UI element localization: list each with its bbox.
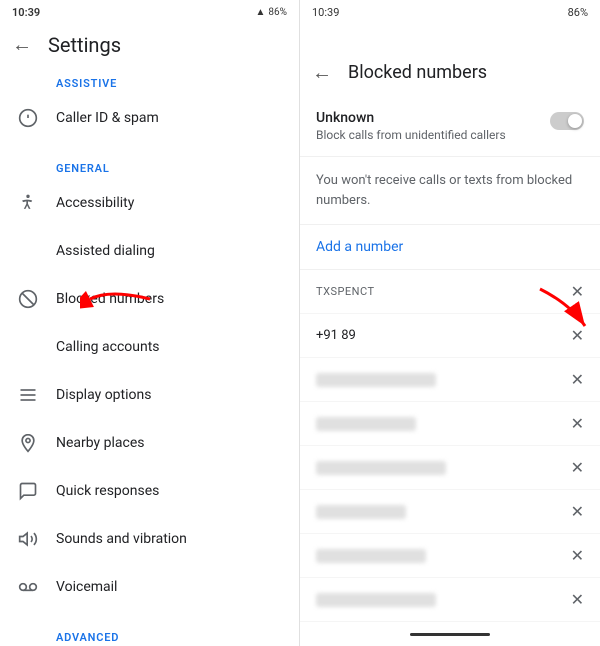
right-back-arrow[interactable]: ← — [312, 60, 332, 85]
unknown-subtitle: Block calls from unidentified callers — [316, 128, 506, 142]
voicemail-label: Voicemail — [56, 579, 117, 595]
accessibility-icon — [16, 191, 40, 215]
quick-responses-label: Quick responses — [56, 483, 159, 499]
close-number-1[interactable]: ✕ — [571, 326, 584, 345]
blocked-section-header: TXSPENCT ✕ — [300, 270, 600, 314]
menu-item-sounds-vibration[interactable]: Sounds and vibration — [0, 515, 299, 563]
menu-item-display-options[interactable]: Display options — [0, 371, 299, 419]
unknown-toggle[interactable] — [550, 112, 584, 130]
blurred-text-2 — [316, 417, 416, 431]
close-blurred-2[interactable]: ✕ — [571, 414, 584, 433]
left-status-bar: 10:39 ▲ 86% — [0, 0, 299, 24]
blocked-content: Unknown Block calls from unidentified ca… — [300, 96, 600, 623]
close-section-button[interactable]: ✕ — [571, 282, 584, 301]
unknown-text: Unknown Block calls from unidentified ca… — [316, 110, 506, 142]
left-panel: 10:39 ▲ 86% ← Settings ASSISTIVE Caller … — [0, 0, 300, 646]
sounds-vibration-icon — [16, 527, 40, 551]
section-assistive: ASSISTIVE — [0, 65, 299, 94]
right-title: Blocked numbers — [348, 62, 487, 83]
caller-id-icon — [16, 106, 40, 130]
right-panel: 10:39 86% ← Blocked numbers Unknown Bloc… — [300, 0, 600, 646]
display-options-icon — [16, 383, 40, 407]
menu-item-caller-id-spam[interactable]: Caller ID & spam — [0, 94, 299, 142]
blurred-row-3: ✕ — [300, 446, 600, 490]
close-blurred-4[interactable]: ✕ — [571, 502, 584, 521]
blurred-text-3 — [316, 461, 446, 475]
section-general: GENERAL — [0, 150, 299, 179]
menu-item-blocked-numbers[interactable]: Blocked numbers — [0, 275, 299, 323]
blurred-row-6: ✕ — [300, 578, 600, 622]
nearby-places-icon — [16, 431, 40, 455]
right-time: 10:39 — [312, 6, 339, 19]
unknown-section: Unknown Block calls from unidentified ca… — [300, 96, 600, 157]
menu-item-accessibility[interactable]: Accessibility — [0, 179, 299, 227]
unknown-title: Unknown — [316, 110, 506, 126]
caller-id-spam-label: Caller ID & spam — [56, 110, 159, 126]
display-options-label: Display options — [56, 387, 151, 403]
add-number-button[interactable]: Add a number — [300, 225, 600, 270]
right-status-bar: 10:39 86% — [300, 0, 600, 24]
blurred-text-5 — [316, 549, 426, 563]
blurred-text-4 — [316, 505, 406, 519]
close-blurred-5[interactable]: ✕ — [571, 546, 584, 565]
section-advanced: ADVANCED — [0, 619, 299, 646]
blurred-row-1: ✕ — [300, 358, 600, 402]
blurred-row-5: ✕ — [300, 534, 600, 578]
assisted-dialing-label: Assisted dialing — [56, 243, 155, 259]
calling-accounts-label: Calling accounts — [56, 339, 160, 355]
scroll-indicator-container — [300, 623, 600, 646]
right-top-bar: ← Blocked numbers — [300, 48, 600, 96]
blocked-info-text: You won't receive calls or texts from bl… — [300, 157, 600, 225]
voicemail-icon — [16, 575, 40, 599]
left-title: Settings — [48, 33, 121, 57]
menu-item-voicemail[interactable]: Voicemail — [0, 563, 299, 611]
menu-item-assisted-dialing[interactable]: Assisted dialing — [0, 227, 299, 275]
menu-item-nearby-places[interactable]: Nearby places — [0, 419, 299, 467]
blocked-numbers-label: Blocked numbers — [56, 291, 164, 307]
close-blurred-1[interactable]: ✕ — [571, 370, 584, 389]
sounds-vibration-label: Sounds and vibration — [56, 531, 187, 547]
left-time: 10:39 — [12, 6, 40, 19]
menu-item-quick-responses[interactable]: Quick responses — [0, 467, 299, 515]
scroll-indicator — [410, 633, 490, 636]
quick-responses-icon — [16, 479, 40, 503]
blurred-text-1 — [316, 373, 436, 387]
blurred-text-6 — [316, 593, 436, 607]
blocked-icon — [16, 287, 40, 311]
right-battery-info: 86% — [568, 6, 588, 19]
calling-accounts-icon — [16, 335, 40, 359]
left-top-bar: ← Settings — [0, 24, 299, 65]
blocked-section-name: TXSPENCT — [316, 285, 375, 298]
assisted-dialing-icon — [16, 239, 40, 263]
left-back-arrow[interactable]: ← — [12, 32, 32, 57]
left-battery: ▲ 86% — [256, 7, 287, 18]
menu-item-calling-accounts[interactable]: Calling accounts — [0, 323, 299, 371]
blocked-number-row-1: +91 89 ✕ — [300, 314, 600, 358]
nearby-places-label: Nearby places — [56, 435, 145, 451]
blurred-row-4: ✕ — [300, 490, 600, 534]
close-blurred-3[interactable]: ✕ — [571, 458, 584, 477]
blurred-row-2: ✕ — [300, 402, 600, 446]
accessibility-label: Accessibility — [56, 195, 134, 211]
blocked-number-1: +91 89 — [316, 328, 356, 343]
close-blurred-6[interactable]: ✕ — [571, 590, 584, 609]
